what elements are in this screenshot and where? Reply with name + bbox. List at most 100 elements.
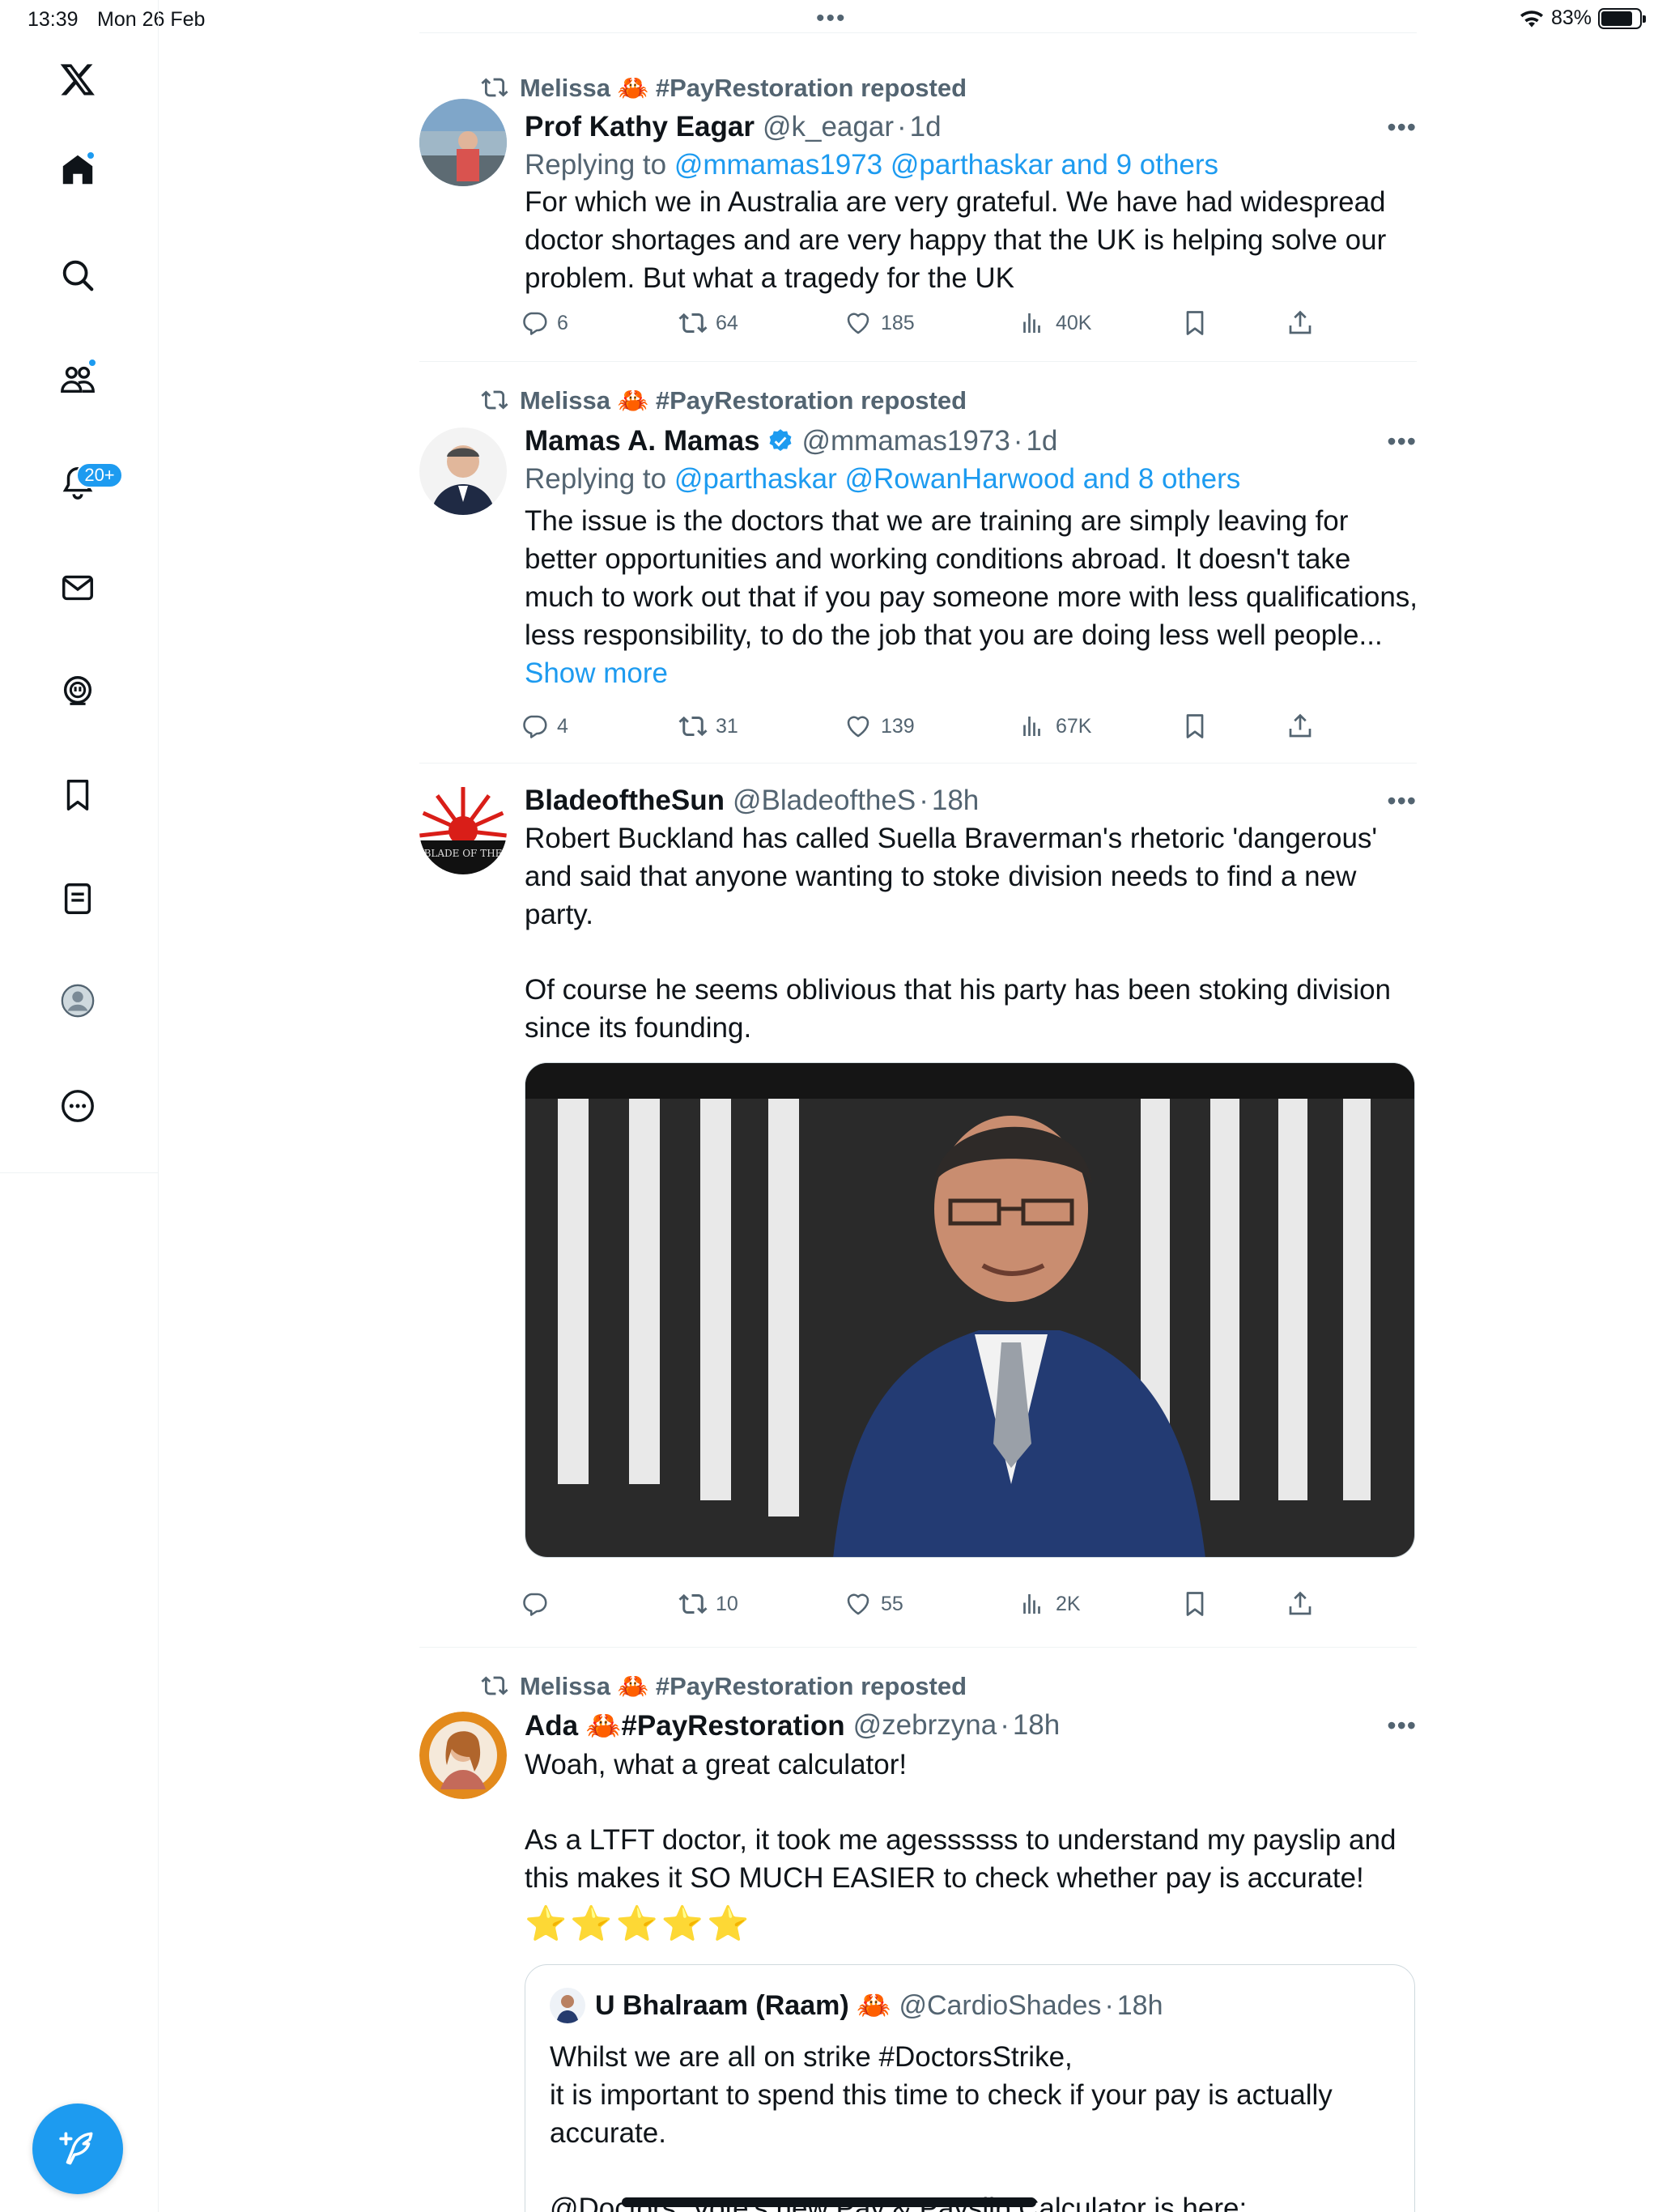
home-unread-dot	[86, 151, 96, 160]
home-indicator[interactable]	[622, 2197, 1036, 2207]
repost-count: 10	[716, 1592, 738, 1615]
repost-context: Melissa 🦀 #PayRestoration reposted	[481, 1670, 967, 1702]
author-handle[interactable]: @zebrzyna	[853, 1709, 997, 1742]
more-options-icon[interactable]: •••	[1387, 427, 1417, 457]
tweet-text-paragraph: As a LTFT doctor, it took me agessssss t…	[525, 1824, 1397, 1894]
tweet[interactable]: Melissa 🦀 #PayRestoration reposted Prof …	[419, 32, 1417, 363]
tweet-text-content: The issue is the doctors that we are tra…	[525, 505, 1418, 651]
avatar[interactable]: BLADE OF THE	[419, 787, 507, 874]
reply-button[interactable]: 6	[520, 304, 568, 342]
author-handle[interactable]: @mmamas1973	[802, 425, 1010, 457]
more-options-icon[interactable]: •••	[1387, 113, 1417, 143]
tweet-image[interactable]	[525, 1062, 1415, 1558]
quoted-tweet[interactable]: U Bhalraam (Raam) 🦀 @CardioShades · 18h …	[525, 1964, 1415, 2212]
reply-button[interactable]: 4	[520, 708, 568, 745]
communities-icon[interactable]	[53, 355, 102, 403]
quoted-tweet-header: U Bhalraam (Raam) 🦀 @CardioShades · 18h	[550, 1988, 1163, 2023]
bookmark-button[interactable]	[1180, 1585, 1209, 1623]
repost-context-text: Melissa 🦀 #PayRestoration reposted	[520, 385, 967, 415]
views-button[interactable]: 67K	[1018, 708, 1091, 745]
separator-dot: ·	[919, 785, 929, 816]
x-logo-icon[interactable]	[53, 55, 102, 104]
author-handle[interactable]: @k_eagar	[763, 111, 894, 143]
search-icon[interactable]	[53, 251, 102, 300]
more-options-icon[interactable]: •••	[1387, 786, 1417, 816]
status-right: 83%	[1519, 6, 1646, 30]
tweet[interactable]: Melissa 🦀 #PayRestoration reposted Ada 🦀…	[419, 1647, 1417, 2212]
reply-icon	[523, 312, 547, 335]
quoted-tweet-text: Whilst we are all on strike #DoctorsStri…	[550, 2038, 1392, 2212]
replying-links[interactable]: @mmamas1973 @parthaskar and 9 others	[674, 149, 1218, 181]
author-handle[interactable]: @BladeoftheS	[733, 785, 916, 817]
views-button[interactable]: 2K	[1018, 1585, 1081, 1623]
separator-dot: ·	[1013, 425, 1023, 457]
like-button[interactable]: 55	[844, 1585, 903, 1623]
author-name[interactable]: Prof Kathy Eagar	[525, 111, 755, 143]
bookmark-button[interactable]	[1180, 708, 1209, 745]
share-button[interactable]	[1286, 1585, 1315, 1623]
views-chart-icon	[1023, 1594, 1040, 1614]
notifications-badge: 20+	[76, 462, 123, 488]
bookmark-icon[interactable]	[53, 771, 102, 819]
repost-context-text: Melissa 🦀 #PayRestoration reposted	[520, 1671, 967, 1700]
share-button[interactable]	[1286, 304, 1315, 342]
author-name[interactable]: BladeoftheSun	[525, 785, 725, 817]
like-button[interactable]: 185	[844, 304, 915, 342]
views-button[interactable]: 40K	[1018, 304, 1091, 342]
bookmark-button[interactable]	[1180, 304, 1209, 342]
show-more-link[interactable]: Show more	[525, 657, 668, 689]
star-rating: ⭐⭐⭐⭐⭐	[525, 1904, 753, 1942]
tweet-time[interactable]: 18h	[932, 785, 979, 817]
tweet-time[interactable]: 1d	[910, 111, 942, 143]
tweet-actions: 6 64 185 40K	[520, 304, 1329, 342]
heart-icon	[847, 716, 869, 738]
timeline-feed: Melissa 🦀 #PayRestoration reposted Prof …	[419, 0, 1418, 2212]
repost-button[interactable]: 31	[678, 708, 738, 745]
avatar[interactable]	[419, 99, 507, 186]
tweet-header: Ada 🦀#PayRestoration @zebrzyna · 18h •••	[525, 1707, 1417, 1744]
reply-button[interactable]	[520, 1585, 557, 1623]
verified-badge-icon	[769, 429, 791, 452]
home-icon[interactable]	[53, 146, 102, 194]
author-name[interactable]: Ada 🦀#PayRestoration	[525, 1709, 845, 1742]
mail-icon[interactable]	[53, 564, 102, 612]
replying-links[interactable]: @parthaskar @RowanHarwood and 8 others	[674, 463, 1240, 495]
more-options-icon[interactable]: •••	[1387, 1711, 1417, 1741]
tweet-text-paragraph: Of course he seems oblivious that his pa…	[525, 974, 1392, 1044]
repost-button[interactable]: 10	[678, 1585, 738, 1623]
repost-context-text: Melissa 🦀 #PayRestoration reposted	[520, 73, 967, 102]
quoted-tweet-time: 18h	[1116, 1989, 1163, 2021]
replying-prefix: Replying to	[525, 149, 674, 181]
tweet-time[interactable]: 1d	[1026, 425, 1057, 457]
view-count: 67K	[1056, 714, 1092, 738]
tweet-text: Robert Buckland has called Suella Braver…	[525, 819, 1423, 1047]
separator-dot: ·	[896, 111, 907, 143]
repost-icon	[481, 390, 508, 410]
profile-icon[interactable]	[53, 976, 102, 1025]
replying-prefix: Replying to	[525, 463, 674, 495]
tweet-header: Mamas A. Mamas @mmamas1973 · 1d •••	[525, 423, 1417, 460]
like-button[interactable]: 139	[844, 708, 915, 745]
tweet-header: Prof Kathy Eagar @k_eagar · 1d •••	[525, 108, 1417, 146]
avatar[interactable]	[419, 1712, 507, 1799]
grok-icon[interactable]	[53, 667, 102, 716]
view-count: 40K	[1056, 311, 1092, 334]
quoted-author-name: U Bhalraam (Raam) 🦀	[595, 1990, 891, 2021]
tweet[interactable]: Melissa 🦀 #PayRestoration reposted Mamas…	[419, 361, 1418, 761]
compose-button[interactable]	[32, 2104, 123, 2194]
wifi-icon	[1520, 10, 1543, 28]
repost-icon	[481, 78, 508, 97]
share-button[interactable]	[1286, 708, 1315, 745]
tweet-time[interactable]: 18h	[1013, 1709, 1060, 1742]
author-name[interactable]: Mamas A. Mamas	[525, 425, 760, 457]
heart-icon	[847, 1593, 869, 1615]
tweet-actions: 10 55 2K	[520, 1585, 1329, 1623]
photo-man-in-suit	[525, 1063, 1414, 1557]
repost-button[interactable]: 64	[678, 304, 738, 342]
reply-count: 4	[557, 714, 568, 738]
avatar[interactable]	[419, 428, 507, 515]
list-icon[interactable]	[53, 874, 102, 923]
view-count: 2K	[1056, 1592, 1081, 1615]
more-circle-icon[interactable]	[53, 1082, 102, 1130]
tweet[interactable]: BLADE OF THE BladeoftheSun @BladeoftheS …	[419, 763, 1417, 1626]
